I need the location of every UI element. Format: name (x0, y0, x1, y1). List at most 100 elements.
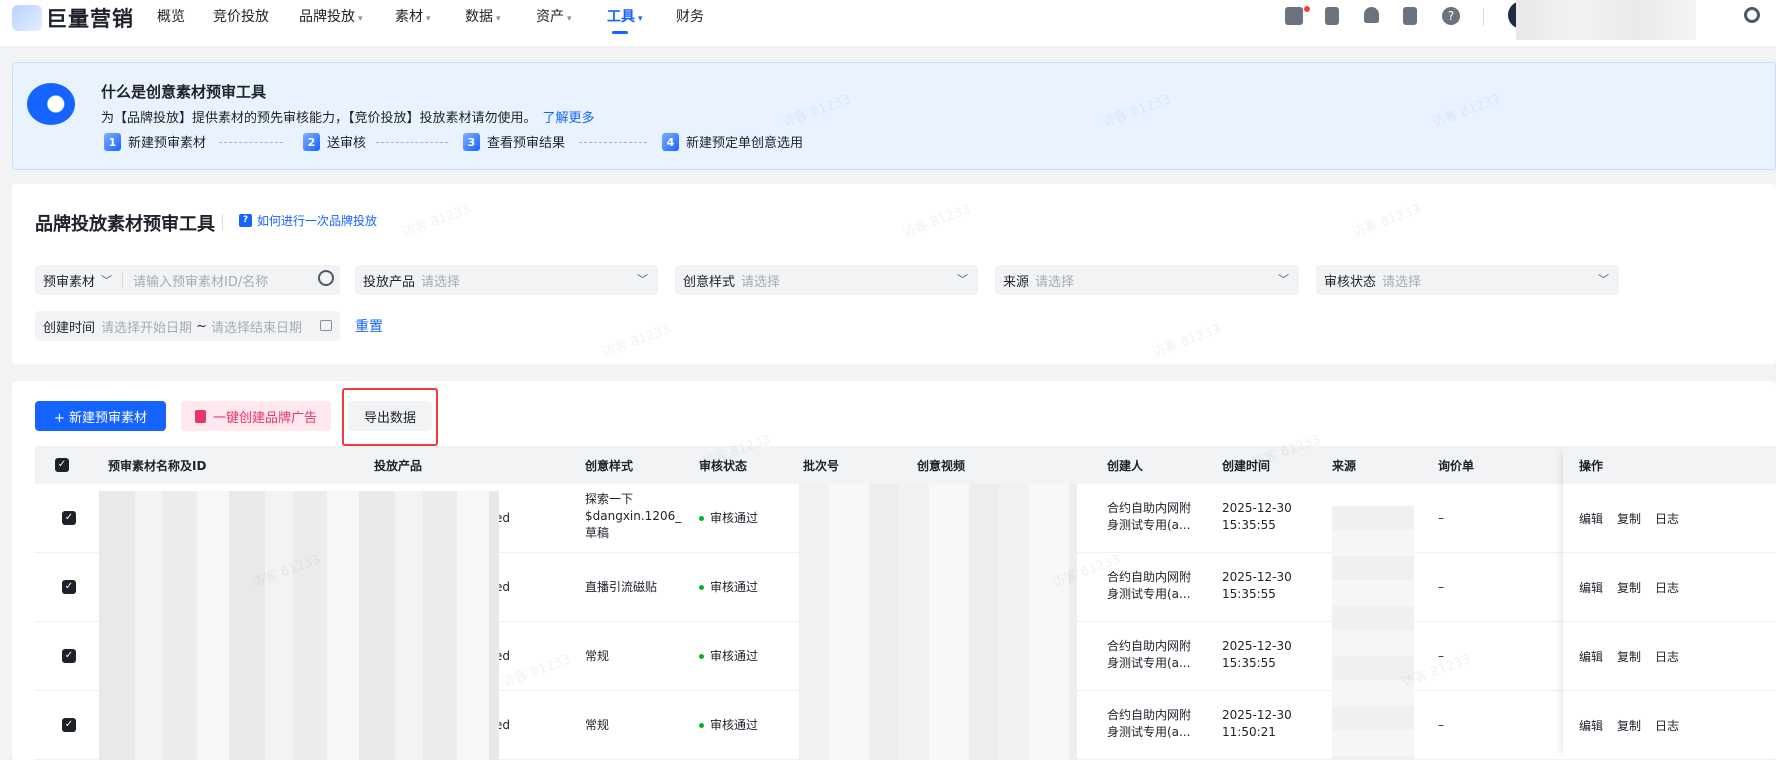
notification-dot (1304, 6, 1310, 12)
nav-item-tools[interactable]: 工具 ▾ (607, 7, 643, 27)
step-4: 4 新建预定单创意选用 (662, 132, 803, 151)
log-link[interactable]: 日志 (1655, 648, 1679, 665)
divider (122, 272, 124, 288)
row-checkbox[interactable]: ✓ (62, 649, 76, 663)
style-select[interactable]: 创意样式 请选择 ﹀ (675, 265, 978, 295)
chevron-down-icon: ﹀ (1598, 273, 1609, 286)
chevron-down-icon[interactable]: ﹀ (101, 272, 112, 288)
book-icon[interactable] (1403, 7, 1417, 25)
nav-item-finance[interactable]: 财务 (676, 7, 704, 27)
col-style: 创意样式 (585, 459, 634, 473)
logo[interactable]: 巨量营销 (12, 4, 134, 32)
nav-item-brand[interactable]: 品牌投放 ▾ (299, 7, 363, 27)
redacted-source (1332, 506, 1414, 760)
copy-link[interactable]: 复制 (1617, 510, 1641, 527)
status-dot (699, 585, 704, 590)
start-date-input[interactable]: 请选择开始日期 (101, 317, 192, 336)
col-video: 创意视频 (917, 459, 966, 473)
col-batch: 批次号 (803, 459, 840, 473)
status-dot (699, 654, 704, 659)
highlight-frame (342, 388, 438, 446)
review-status-select[interactable]: 审核状态 请选择 ﹀ (1316, 265, 1619, 295)
step-connector (579, 142, 647, 143)
chevron-down-icon: ﹀ (957, 273, 968, 286)
nav-item-assets[interactable]: 资产 ▾ (536, 7, 572, 27)
edit-link[interactable]: 编辑 (1579, 510, 1603, 527)
nav-item-material[interactable]: 素材 ▾ (395, 7, 431, 27)
filter-card: 品牌投放素材预审工具 ? 如何进行一次品牌投放 预审素材 ﹀ 请输入预审素材ID/… (12, 184, 1776, 364)
col-actions: 操作 (1579, 459, 1604, 473)
col-status: 审核状态 (699, 459, 748, 473)
one-click-create-button[interactable]: 一键创建品牌广告 (181, 401, 331, 431)
redacted-batch-and-video (799, 484, 1077, 760)
chevron-down-icon: ▾ (567, 14, 572, 24)
logo-mark-icon (12, 5, 42, 31)
learn-more-link[interactable]: 了解更多 (543, 111, 595, 126)
help-icon[interactable]: ? (1442, 7, 1460, 25)
col-source: 来源 (1332, 459, 1357, 473)
reset-button[interactable]: 重置 (355, 316, 383, 336)
step-3: 3 查看预审结果 (463, 132, 565, 151)
chevron-down-icon: ▾ (638, 14, 643, 24)
nav-item-data[interactable]: 数据 ▾ (465, 7, 501, 27)
nav-active-indicator (612, 31, 628, 34)
status-dot (699, 516, 704, 521)
chevron-down-icon: ▾ (358, 14, 363, 24)
nav-item-bidding[interactable]: 竞价投放 (213, 7, 269, 27)
divider (222, 214, 223, 230)
copy-link[interactable]: 复制 (1617, 717, 1641, 734)
step-connector (219, 142, 283, 143)
edit-link[interactable]: 编辑 (1579, 579, 1603, 596)
chevron-down-icon: ▾ (496, 14, 501, 24)
row-checkbox[interactable]: ✓ (62, 718, 76, 732)
col-creator: 创建人 (1107, 459, 1144, 473)
user-info-redacted[interactable] (1516, 0, 1696, 40)
step-2: 2 送审核 (303, 132, 366, 151)
banner-description: 为【品牌投放】提供素材的预先审核能力，【竞价投放】投放素材请勿使用。 了解更多 (101, 111, 595, 126)
chevron-down-icon: ﹀ (1278, 273, 1289, 286)
edit-link[interactable]: 编辑 (1579, 717, 1603, 734)
row-checkbox[interactable]: ✓ (62, 580, 76, 594)
megaphone-icon (27, 83, 75, 125)
intro-banner: 什么是创意素材预审工具 为【品牌投放】提供素材的预先审核能力，【竞价投放】投放素… (12, 62, 1776, 170)
status-badge: 审核通过 (699, 510, 758, 527)
copy-link[interactable]: 复制 (1617, 579, 1641, 596)
settings-icon[interactable] (1744, 7, 1760, 23)
row-checkbox[interactable]: ✓ (62, 511, 76, 525)
banner-title: 什么是创意素材预审工具 (101, 83, 267, 101)
log-link[interactable]: 日志 (1655, 579, 1679, 596)
edit-link[interactable]: 编辑 (1579, 648, 1603, 665)
how-to-link[interactable]: ? 如何进行一次品牌投放 (239, 212, 377, 229)
calendar-icon (320, 320, 332, 331)
end-date-input[interactable]: 请选择结束日期 (211, 317, 302, 336)
material-search-field: 预审素材 ﹀ 请输入预审素材ID/名称 (35, 265, 340, 295)
step-number-icon: 3 (463, 132, 480, 151)
search-input[interactable]: 请输入预审素材ID/名称 (133, 271, 268, 290)
status-badge: 审核通过 (699, 579, 758, 596)
material-type-select[interactable]: 预审素材 (43, 271, 95, 290)
copy-link[interactable]: 复制 (1617, 648, 1641, 665)
new-material-button[interactable]: + 新建预审素材 (35, 401, 166, 431)
col-material: 预审素材名称及ID (108, 459, 207, 473)
step-connector (376, 142, 448, 143)
step-number-icon: 1 (104, 132, 121, 151)
log-link[interactable]: 日志 (1655, 510, 1679, 527)
select-all-checkbox[interactable]: ✓ (55, 458, 69, 472)
help-book-icon: ? (239, 214, 252, 227)
bell-icon[interactable] (1364, 7, 1379, 23)
gift-icon[interactable] (1285, 7, 1303, 25)
col-inquiry: 询价单 (1438, 459, 1475, 473)
clipboard-icon[interactable] (1325, 7, 1339, 25)
date-range-picker[interactable]: 创建时间 请选择开始日期 ~ 请选择结束日期 (35, 311, 340, 341)
step-number-icon: 2 (303, 132, 320, 151)
col-product: 投放产品 (374, 459, 423, 473)
source-select[interactable]: 来源 请选择 ﹀ (995, 265, 1299, 295)
step-number-icon: 4 (662, 132, 679, 151)
product-select[interactable]: 投放产品 请选择 ﹀ (355, 265, 658, 295)
log-link[interactable]: 日志 (1655, 717, 1679, 734)
divider (1483, 8, 1484, 26)
search-icon[interactable] (318, 270, 334, 286)
nav-item-overview[interactable]: 概览 (157, 7, 185, 27)
table-card: + 新建预审素材 一键创建品牌广告 导出数据 ✓ 预审素材名称及ID 投放产品 … (12, 381, 1776, 760)
chevron-down-icon: ﹀ (637, 273, 648, 286)
